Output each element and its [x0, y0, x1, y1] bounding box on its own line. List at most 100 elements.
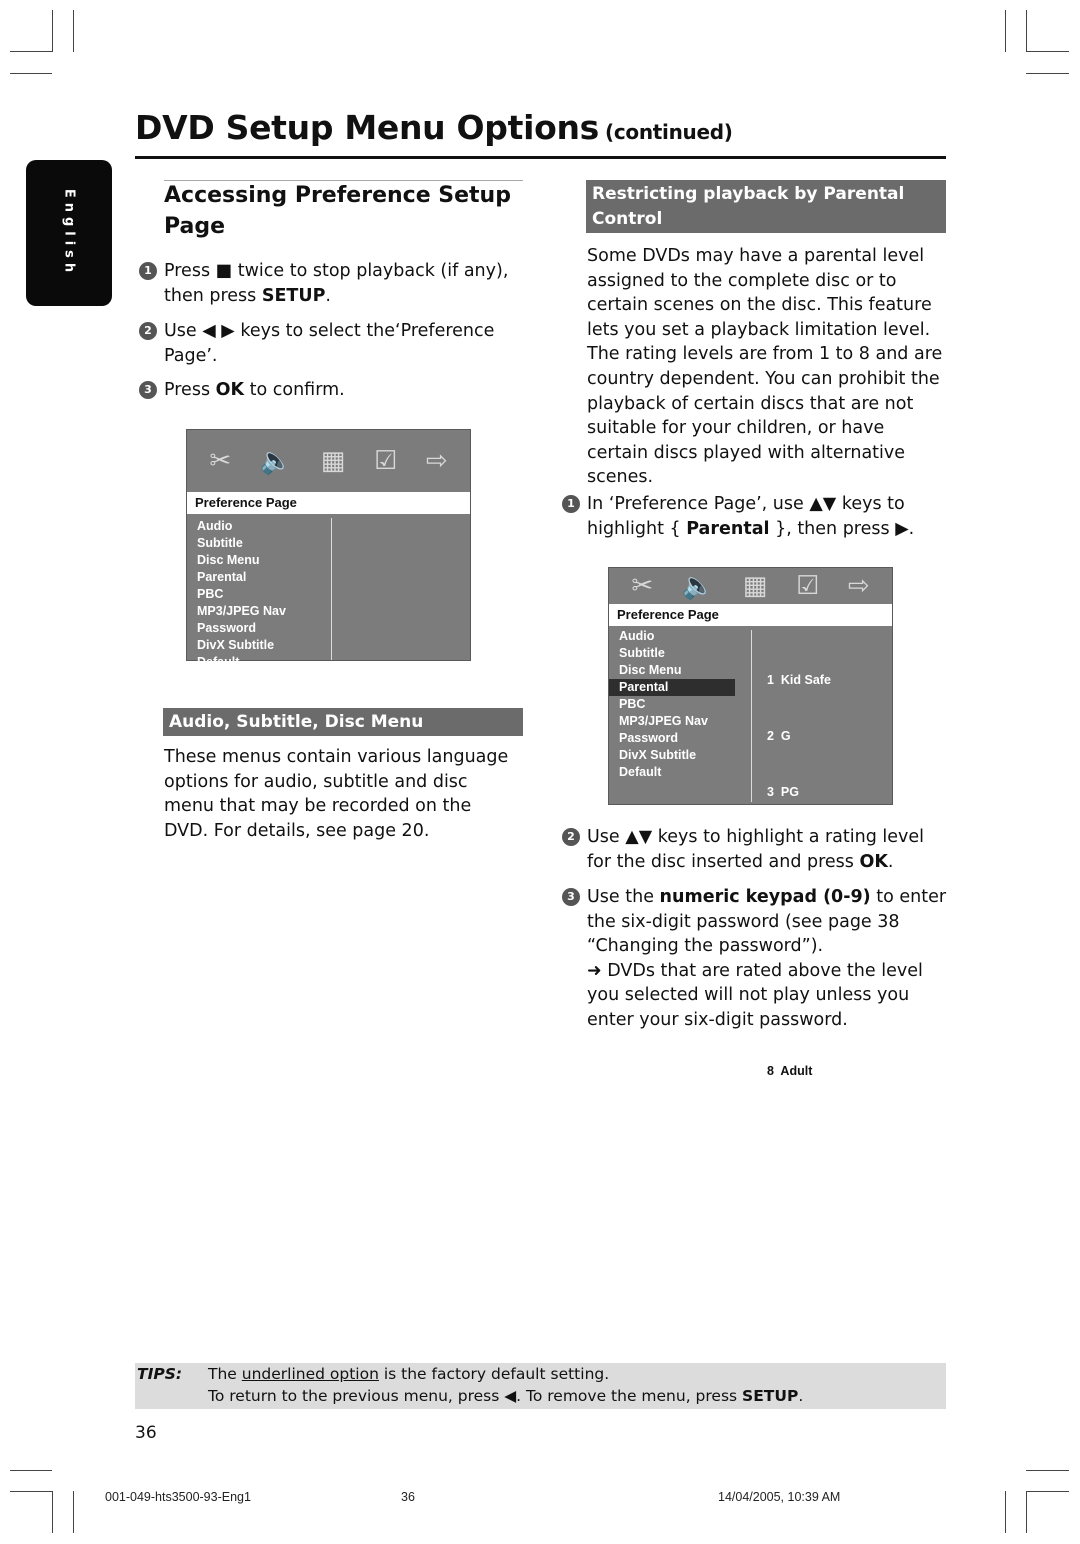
rating-option[interactable]: 2 G — [753, 728, 886, 746]
menu-body: Audio Subtitle Disc Menu Parental PBC MP… — [187, 514, 470, 669]
crop-mark — [1026, 1491, 1027, 1533]
stop-icon: ■ — [215, 261, 233, 281]
step-text: Use — [164, 321, 203, 341]
menu-header: Preference Page — [609, 604, 892, 626]
crop-mark — [10, 1491, 52, 1492]
menu-item-subtitle[interactable]: Subtitle — [187, 535, 327, 552]
page-number: 36 — [135, 1423, 157, 1443]
subsection-text: These menus contain various language opt… — [164, 747, 509, 841]
step-number-badge: 2 — [562, 828, 580, 846]
tips-underlined-text: underlined option — [241, 1365, 379, 1383]
numeric-keypad-key: numeric keypad (0-9) — [659, 887, 871, 907]
tips-line-1: The underlined option is the factory def… — [208, 1365, 609, 1383]
step-number-badge: 3 — [562, 888, 580, 906]
section-title-parental-control: Restricting playback by Parental Control — [586, 180, 946, 233]
tips-box: TIPS: The underlined option is the facto… — [135, 1363, 946, 1409]
page-title-continued: (continued) — [605, 120, 733, 144]
rating-option-selected[interactable]: 8 Adult — [753, 1062, 886, 1081]
ok-key: OK — [859, 851, 888, 872]
left-step-1: 1 Press ■ twice to stop playback (if any… — [139, 259, 524, 308]
tools-icon[interactable]: ✂ — [209, 446, 231, 476]
crop-mark — [1005, 10, 1006, 52]
menu-item-audio[interactable]: Audio — [609, 628, 735, 645]
page-title-text: DVD Setup Menu Options — [135, 108, 600, 147]
crop-mark — [52, 1491, 53, 1533]
rating-option[interactable]: 1 Kid Safe — [753, 672, 886, 690]
section-title-accessing-preference: Accessing Preference Setup Page — [164, 183, 511, 239]
menu-item-default[interactable]: Default — [187, 654, 327, 671]
preference-page-menu: ✂ 🔈 ▦ ☑ ⇨ Preference Page Audio Subtitle… — [186, 429, 471, 669]
step-number-badge: 3 — [139, 381, 157, 399]
left-step-2: 2 Use ◀ ▶ keys to select the‘Preference … — [139, 319, 524, 368]
menu-item-list: Audio Subtitle Disc Menu Parental PBC MP… — [609, 628, 735, 781]
step-text: Use the — [587, 887, 660, 907]
right-step-2: 2 Use ▲▼ keys to highlight a rating leve… — [562, 825, 947, 874]
menu-item-pbc[interactable]: PBC — [187, 586, 327, 603]
menu-item-password[interactable]: Password — [609, 730, 735, 747]
crop-mark — [73, 1491, 74, 1533]
crop-mark — [1005, 1491, 1006, 1533]
parental-key: Parental — [686, 518, 770, 539]
speaker-icon[interactable]: 🔈 — [682, 571, 714, 601]
menu-icon-bar: ✂ 🔈 ▦ ☑ ⇨ — [609, 568, 892, 604]
step-text: }, then press — [769, 518, 896, 539]
menu-item-default[interactable]: Default — [609, 764, 735, 781]
tips-text: . — [798, 1387, 804, 1405]
up-down-arrow-icon: ▲▼ — [809, 494, 837, 514]
parental-menu: ✂ 🔈 ▦ ☑ ⇨ Preference Page Audio Subtitle… — [608, 567, 893, 1081]
rating-option[interactable]: 3 PG — [753, 784, 886, 802]
right-step-1: 1 In ‘Preference Page’, use ▲▼ keys to h… — [562, 492, 947, 541]
film-icon[interactable]: ▦ — [321, 446, 346, 476]
menu-item-subtitle[interactable]: Subtitle — [609, 645, 735, 662]
step-number-badge: 1 — [562, 495, 580, 513]
step-text: . — [908, 518, 915, 539]
step-number-badge: 1 — [139, 262, 157, 280]
step-text: Press — [164, 261, 216, 281]
menu-divider — [331, 518, 332, 660]
subsection-title-audio-subtitle-disc-menu: Audio, Subtitle, Disc Menu — [163, 708, 523, 736]
tips-text: To return to the previous menu, press — [208, 1387, 505, 1405]
menu-item-audio[interactable]: Audio — [187, 518, 327, 535]
menu-item-parental-selected[interactable]: Parental — [609, 679, 735, 696]
menu-icon-bar: ✂ 🔈 ▦ ☑ ⇨ — [187, 430, 470, 492]
crop-mark — [1026, 1491, 1069, 1492]
crop-mark — [10, 1470, 52, 1471]
step-note: DVDs that are rated above the level you … — [587, 960, 923, 1030]
menu-item-pbc[interactable]: PBC — [609, 696, 735, 713]
left-right-arrow-icon: ◀ ▶ — [202, 321, 235, 341]
checkbox-grid-icon[interactable]: ☑ — [374, 446, 397, 476]
menu-item-password[interactable]: Password — [187, 620, 327, 637]
right-arrow-icon: ▶ — [895, 518, 909, 539]
language-tab: English — [26, 160, 112, 306]
menu-item-mp3-jpeg-nav[interactable]: MP3/JPEG Nav — [187, 603, 327, 620]
crop-mark — [1026, 1470, 1069, 1471]
speaker-icon[interactable]: 🔈 — [260, 446, 292, 476]
tools-icon[interactable]: ✂ — [631, 571, 653, 601]
menu-item-disc-menu[interactable]: Disc Menu — [187, 552, 327, 569]
menu-item-list: Audio Subtitle Disc Menu Parental PBC MP… — [187, 514, 327, 671]
result-arrow-icon: ➜ — [587, 960, 602, 981]
exit-icon[interactable]: ⇨ — [426, 446, 448, 476]
film-icon[interactable]: ▦ — [743, 571, 768, 601]
ok-key: OK — [215, 380, 245, 400]
menu-item-disc-menu[interactable]: Disc Menu — [609, 662, 735, 679]
title-rule — [135, 156, 946, 159]
language-tab-label: English — [61, 188, 77, 278]
menu-item-divx-subtitle[interactable]: DivX Subtitle — [187, 637, 327, 654]
menu-header: Preference Page — [187, 492, 470, 514]
crop-mark — [73, 10, 74, 52]
step-text: Use — [587, 827, 626, 847]
crop-mark — [1026, 51, 1069, 52]
crop-mark — [10, 73, 52, 74]
setup-key: SETUP — [261, 285, 326, 306]
menu-item-mp3-jpeg-nav[interactable]: MP3/JPEG Nav — [609, 713, 735, 730]
footer-timestamp: 14/04/2005, 10:39 AM — [718, 1490, 841, 1504]
menu-item-divx-subtitle[interactable]: DivX Subtitle — [609, 747, 735, 764]
up-down-arrow-icon: ▲▼ — [625, 827, 653, 847]
tips-text: is the factory default setting. — [378, 1365, 610, 1383]
menu-item-parental[interactable]: Parental — [187, 569, 327, 586]
step-text: In ‘Preference Page’, use — [587, 494, 810, 514]
checkbox-grid-icon[interactable]: ☑ — [796, 571, 819, 601]
crop-mark — [10, 51, 52, 52]
exit-icon[interactable]: ⇨ — [848, 571, 870, 601]
